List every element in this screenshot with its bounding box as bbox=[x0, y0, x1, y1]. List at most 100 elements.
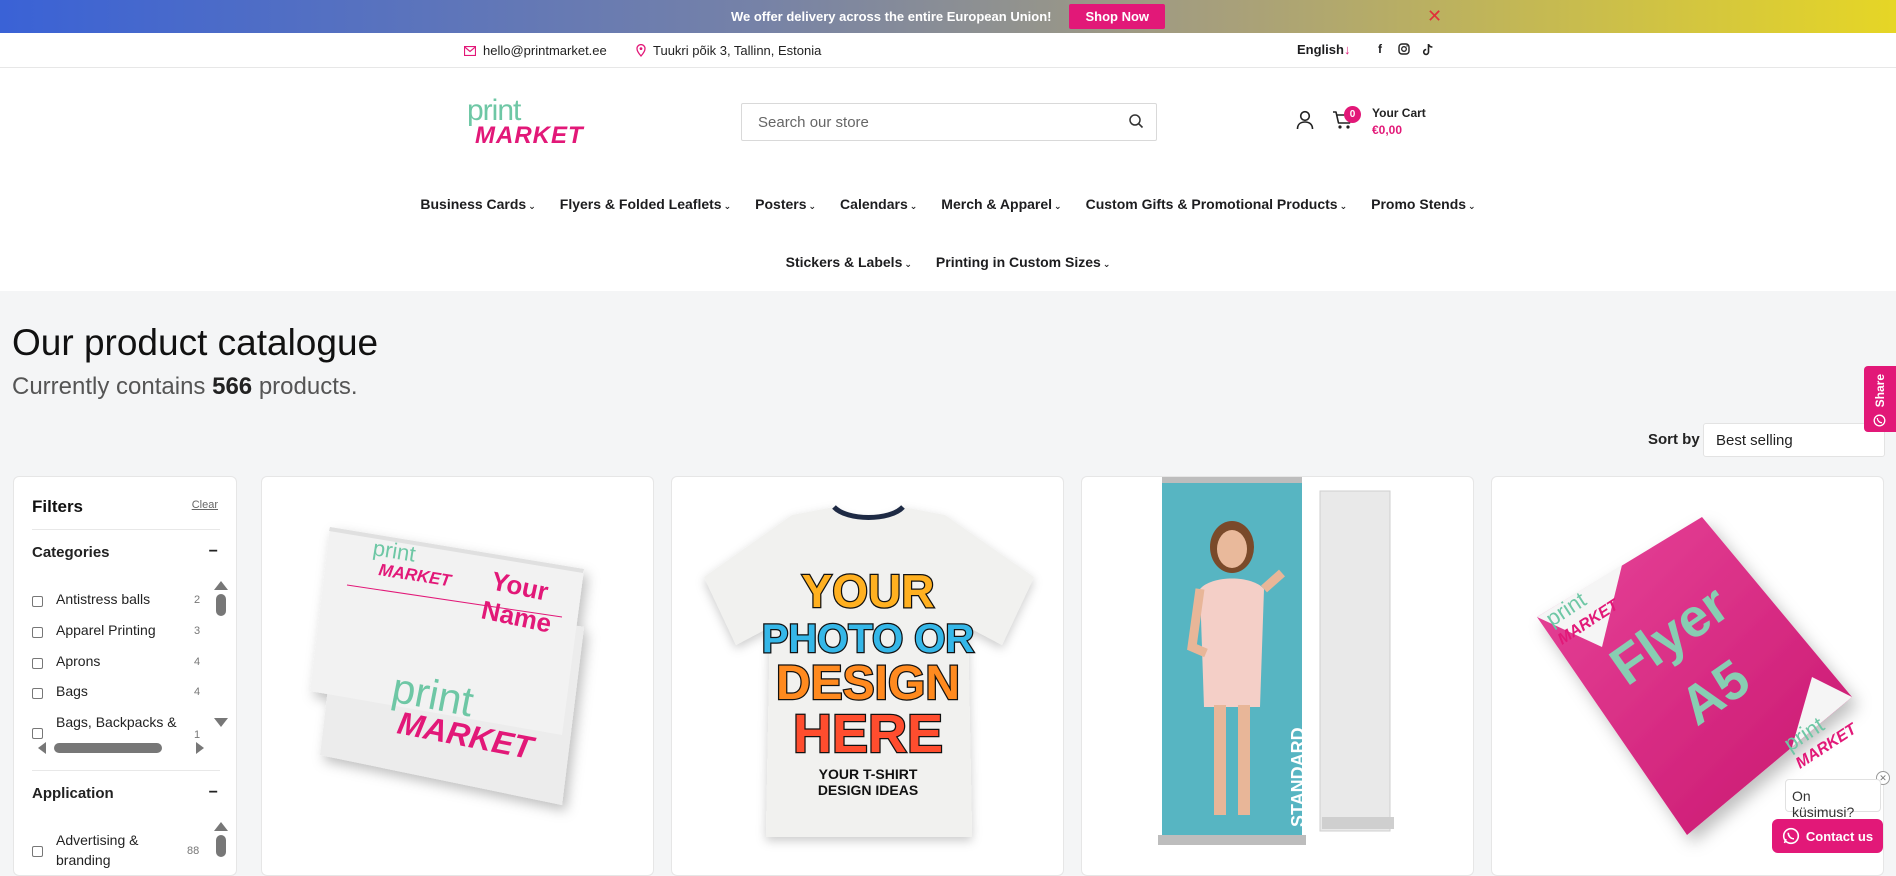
checkbox[interactable] bbox=[32, 627, 43, 638]
tshirt-image: YOUR PHOTO OR DESIGN HERE YOUR T-SHIRT D… bbox=[704, 505, 1034, 837]
checkbox[interactable] bbox=[32, 688, 43, 699]
close-icon[interactable]: ✕ bbox=[1427, 7, 1442, 25]
nav-item[interactable]: Promo Stends ⌄ bbox=[1359, 196, 1487, 212]
checkbox[interactable] bbox=[32, 658, 43, 669]
filter-item[interactable]: Bags 4 bbox=[32, 683, 202, 705]
arrow-down-icon: ↓ bbox=[1343, 42, 1351, 57]
nav-item-label: Flyers & Folded Leaflets bbox=[559, 196, 722, 212]
product-card[interactable]: STANDARD bbox=[1081, 476, 1474, 876]
scroll-right-icon[interactable] bbox=[196, 742, 204, 754]
rollup-standard-label: STANDARD bbox=[1288, 727, 1308, 827]
scroll-thumb[interactable] bbox=[54, 743, 162, 753]
nav-item[interactable]: Printing in Custom Sizes ⌄ bbox=[924, 254, 1122, 270]
sort-select[interactable]: Best selling bbox=[1703, 423, 1885, 457]
address-link[interactable]: Tuukri põik 3, Tallinn, Estonia bbox=[636, 43, 821, 58]
filter-item[interactable]: Aprons 4 bbox=[32, 653, 202, 675]
nav-item-label: Custom Gifts & Promotional Products bbox=[1085, 196, 1338, 212]
facebook-icon[interactable]: f bbox=[1372, 41, 1388, 57]
scroll-up-icon[interactable] bbox=[214, 822, 228, 831]
share-label: Share bbox=[1873, 374, 1887, 408]
chat-question-bubble[interactable]: On küsimusi? bbox=[1785, 779, 1881, 820]
nav-item[interactable]: Flyers & Folded Leaflets ⌄ bbox=[548, 196, 743, 212]
scroll-thumb[interactable] bbox=[216, 835, 226, 857]
scroll-left-icon[interactable] bbox=[38, 742, 46, 754]
email-text: hello@printmarket.ee bbox=[483, 43, 607, 58]
subtitle-suffix: products. bbox=[258, 373, 358, 400]
checkbox[interactable] bbox=[32, 596, 43, 607]
address-text: Tuukri põik 3, Tallinn, Estonia bbox=[653, 43, 822, 58]
chevron-down-icon: ⌄ bbox=[808, 201, 817, 211]
scroll-down-icon[interactable] bbox=[214, 718, 228, 727]
instagram-icon[interactable] bbox=[1396, 41, 1412, 57]
checkbox[interactable] bbox=[32, 728, 43, 739]
cart-title[interactable]: Your Cart bbox=[1372, 106, 1426, 120]
scroll-thumb[interactable] bbox=[216, 594, 226, 616]
language-label: English bbox=[1297, 42, 1344, 57]
shop-now-button[interactable]: Shop Now bbox=[1069, 4, 1166, 29]
checkbox[interactable] bbox=[32, 846, 43, 857]
scroll-up-icon[interactable] bbox=[214, 581, 228, 590]
whatsapp-icon bbox=[1782, 827, 1800, 845]
tshirt-line-design: DESIGN bbox=[776, 657, 960, 710]
nav-item-label: Calendars bbox=[840, 196, 908, 212]
logo[interactable]: print MARKET bbox=[467, 94, 583, 150]
chevron-down-icon: ⌄ bbox=[1339, 201, 1348, 211]
nav-item-label: Promo Stends bbox=[1371, 196, 1467, 212]
filter-item[interactable]: Apparel Printing 3 bbox=[32, 622, 202, 644]
filter-label: Bags, Backpacks & bbox=[56, 714, 177, 730]
nav-item[interactable]: Merch & Apparel ⌄ bbox=[929, 196, 1073, 212]
email-link[interactable]: hello@printmarket.ee bbox=[464, 43, 607, 58]
collapse-application-icon[interactable]: − bbox=[209, 784, 218, 802]
collapse-categories-icon[interactable]: − bbox=[209, 543, 218, 561]
search-input[interactable] bbox=[758, 104, 1118, 140]
categories-heading[interactable]: Categories bbox=[32, 544, 110, 561]
filter-item[interactable]: Advertising & branding 88 bbox=[32, 832, 202, 872]
logo-market: MARKET bbox=[475, 122, 584, 149]
chevron-down-icon: ⌄ bbox=[528, 201, 536, 211]
chevron-down-icon: ⌄ bbox=[1468, 201, 1476, 211]
tshirt-subline-1: YOUR T-SHIRT bbox=[819, 766, 918, 782]
divider bbox=[32, 529, 220, 530]
nav-item[interactable]: Posters ⌄ bbox=[743, 196, 828, 212]
application-scrollbar[interactable] bbox=[214, 822, 228, 857]
filter-label: Antistress balls bbox=[56, 591, 151, 607]
rollup-banner-image: STANDARD bbox=[1158, 477, 1394, 845]
nav-item-label: Business Cards bbox=[420, 196, 527, 212]
announcement-message: We offer delivery across the entire Euro… bbox=[730, 9, 1052, 24]
search-box bbox=[741, 103, 1157, 141]
language-selector[interactable]: English↓ bbox=[1297, 42, 1350, 57]
filter-item[interactable]: Antistress balls 2 bbox=[32, 591, 202, 613]
nav-item[interactable]: Business Cards ⌄ bbox=[408, 196, 547, 212]
application-heading[interactable]: Application bbox=[32, 785, 114, 802]
filter-count: 4 bbox=[194, 656, 201, 668]
filter-count: 88 bbox=[187, 845, 200, 857]
chevron-down-icon: ⌄ bbox=[904, 259, 912, 269]
filter-item[interactable]: Bags, Backpacks & 1 bbox=[32, 714, 202, 741]
contact-us-label: Contact us bbox=[1805, 828, 1874, 844]
user-icon[interactable] bbox=[1296, 110, 1314, 130]
nav-item[interactable]: Calendars ⌄ bbox=[828, 196, 929, 212]
product-card[interactable]: print MARKET Your Name print MARKET bbox=[261, 476, 654, 876]
nav-item[interactable]: Stickers & Labels ⌄ bbox=[774, 254, 924, 270]
categories-horizontal-scrollbar[interactable] bbox=[26, 740, 204, 754]
nav-item-label: Printing in Custom Sizes bbox=[935, 254, 1101, 270]
product-card[interactable]: YOUR PHOTO OR DESIGN HERE YOUR T-SHIRT D… bbox=[671, 476, 1064, 876]
filter-label: Apparel Printing bbox=[56, 622, 156, 638]
cart-total: €0,00 bbox=[1372, 123, 1403, 137]
page-title: Our product catalogue bbox=[12, 322, 379, 363]
whatsapp-icon bbox=[1873, 414, 1886, 427]
nav-item[interactable]: Custom Gifts & Promotional Products ⌄ bbox=[1074, 196, 1360, 212]
chevron-down-icon: ⌄ bbox=[909, 201, 918, 211]
tshirt-subline-2: DESIGN IDEAS bbox=[818, 782, 918, 798]
tiktok-icon[interactable] bbox=[1420, 41, 1436, 57]
filters-title: Filters bbox=[32, 497, 84, 516]
map-pin-icon bbox=[636, 44, 646, 57]
tshirt-line-here: HERE bbox=[793, 704, 943, 764]
contact-us-button[interactable]: Contact us bbox=[1772, 819, 1883, 853]
share-tab[interactable]: Share bbox=[1864, 366, 1896, 432]
clear-filters-link[interactable]: Clear bbox=[192, 499, 218, 511]
nav-item-label: Merch & Apparel bbox=[941, 196, 1053, 212]
categories-scrollbar[interactable] bbox=[214, 581, 228, 727]
sort-label: Sort by bbox=[1648, 431, 1700, 448]
search-icon[interactable] bbox=[1128, 113, 1144, 129]
